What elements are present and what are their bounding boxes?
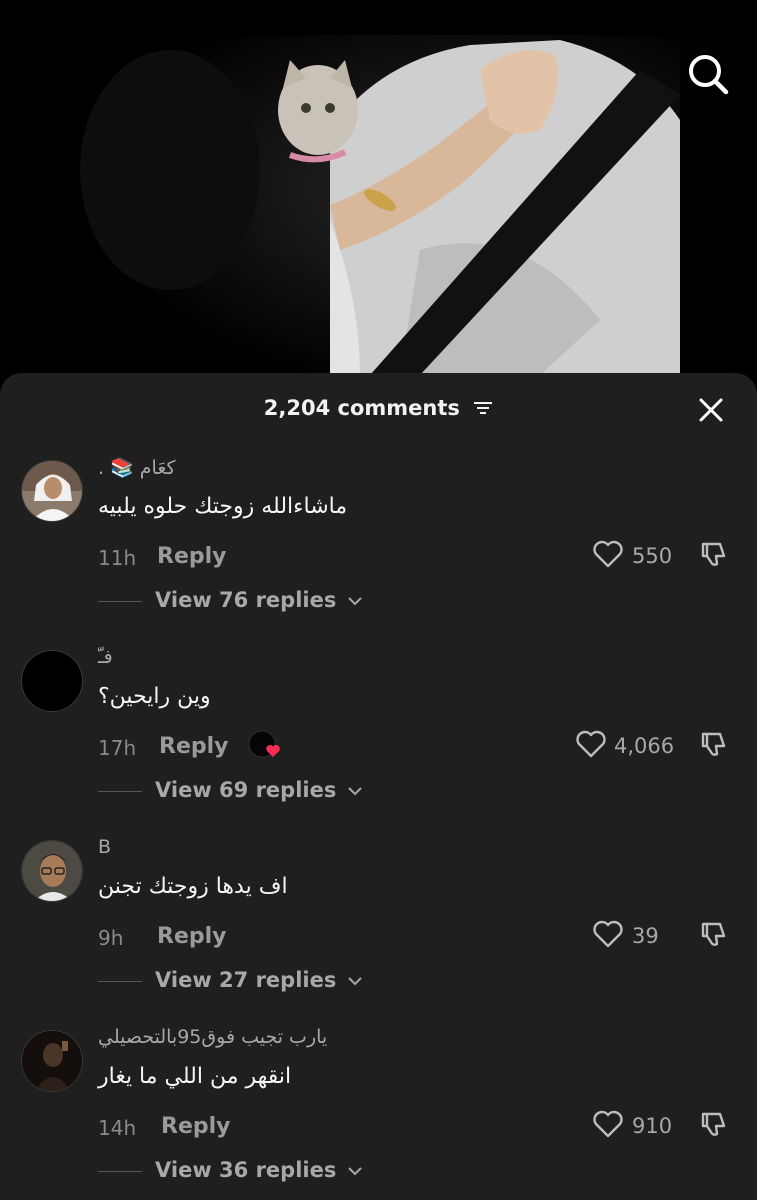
- close-icon: [699, 398, 723, 422]
- dislike-button[interactable]: [698, 728, 730, 760]
- like-button[interactable]: [592, 538, 624, 570]
- view-replies-button[interactable]: View 69 replies: [155, 778, 362, 802]
- comments-sheet: 2,204 comments كعَام 📚 . ماشاءالله زوجتك…: [0, 373, 757, 1200]
- comment-item: B اف يدها زوجتك تجنن 9h Reply 39 View 27…: [0, 836, 757, 1028]
- divider: [98, 601, 142, 602]
- like-button[interactable]: [575, 728, 607, 760]
- avatar[interactable]: [21, 460, 83, 522]
- heart-outline-icon: [593, 1110, 623, 1138]
- username[interactable]: كعَام 📚 .: [98, 456, 398, 479]
- like-button[interactable]: [592, 918, 624, 950]
- heart-outline-icon: [593, 540, 623, 568]
- thumbs-down-icon: [701, 922, 726, 946]
- video-frame: [80, 35, 680, 375]
- thumbs-down-icon: [701, 1112, 726, 1136]
- chevron-down-icon: [347, 787, 362, 796]
- like-count: 910: [632, 1114, 673, 1138]
- heart-outline-icon: [593, 920, 623, 948]
- comment-text: ماشاءالله زوجتك حلوه يلبيه: [98, 494, 348, 519]
- username[interactable]: B: [98, 836, 398, 858]
- chevron-down-icon: [347, 1167, 362, 1176]
- comment-time: 9h: [98, 926, 124, 950]
- chevron-down-icon: [347, 977, 362, 986]
- comment-item: يارب تجيب فوق95بالتحصيلي انقهر من اللي م…: [0, 1026, 757, 1200]
- chevron-down-icon: [347, 597, 362, 606]
- username[interactable]: يارب تجيب فوق95بالتحصيلي: [98, 1026, 398, 1048]
- view-replies-button[interactable]: View 27 replies: [155, 968, 362, 992]
- comment-item: فـّ وين رايحين؟ 17h Reply 4,066 View 69 …: [0, 646, 757, 838]
- username[interactable]: فـّ: [98, 646, 398, 668]
- like-count: 550: [632, 544, 673, 568]
- comment-time: 14h: [98, 1116, 137, 1140]
- divider: [98, 791, 142, 792]
- divider: [98, 981, 142, 982]
- reply-button[interactable]: Reply: [157, 924, 227, 949]
- filter-icon[interactable]: [473, 400, 493, 416]
- comment-time: 17h: [98, 736, 137, 760]
- creator-liked-icon: [248, 730, 280, 758]
- view-replies-button[interactable]: View 76 replies: [155, 588, 362, 612]
- comment-item: كعَام 📚 . ماشاءالله زوجتك حلوه يلبيه 11h…: [0, 456, 757, 648]
- thumbs-down-icon: [701, 732, 726, 756]
- reply-button[interactable]: Reply: [157, 544, 227, 569]
- video-player[interactable]: [0, 0, 757, 400]
- like-count: 39: [632, 924, 659, 948]
- search-button[interactable]: [684, 50, 732, 98]
- search-icon: [689, 55, 729, 95]
- reply-button[interactable]: Reply: [161, 1114, 231, 1139]
- comment-text: وين رايحين؟: [98, 684, 211, 709]
- avatar[interactable]: [21, 650, 83, 712]
- divider: [98, 1171, 142, 1172]
- close-button[interactable]: [696, 395, 726, 425]
- dislike-button[interactable]: [698, 918, 730, 950]
- comment-time: 11h: [98, 546, 137, 570]
- like-button[interactable]: [592, 1108, 624, 1140]
- dislike-button[interactable]: [698, 538, 730, 570]
- reply-button[interactable]: Reply: [159, 734, 229, 759]
- comment-count: 2,204 comments: [263, 396, 460, 420]
- dislike-button[interactable]: [698, 1108, 730, 1140]
- comments-header: 2,204 comments: [0, 373, 757, 445]
- comment-text: اف يدها زوجتك تجنن: [98, 874, 288, 899]
- comment-count-sort[interactable]: 2,204 comments: [0, 395, 757, 420]
- view-replies-button[interactable]: View 36 replies: [155, 1158, 362, 1182]
- comment-text: انقهر من اللي ما يغار: [98, 1064, 292, 1089]
- avatar[interactable]: [21, 1030, 83, 1092]
- thumbs-down-icon: [701, 542, 726, 566]
- like-count: 4,066: [614, 734, 675, 758]
- avatar[interactable]: [21, 840, 83, 902]
- heart-outline-icon: [576, 730, 606, 758]
